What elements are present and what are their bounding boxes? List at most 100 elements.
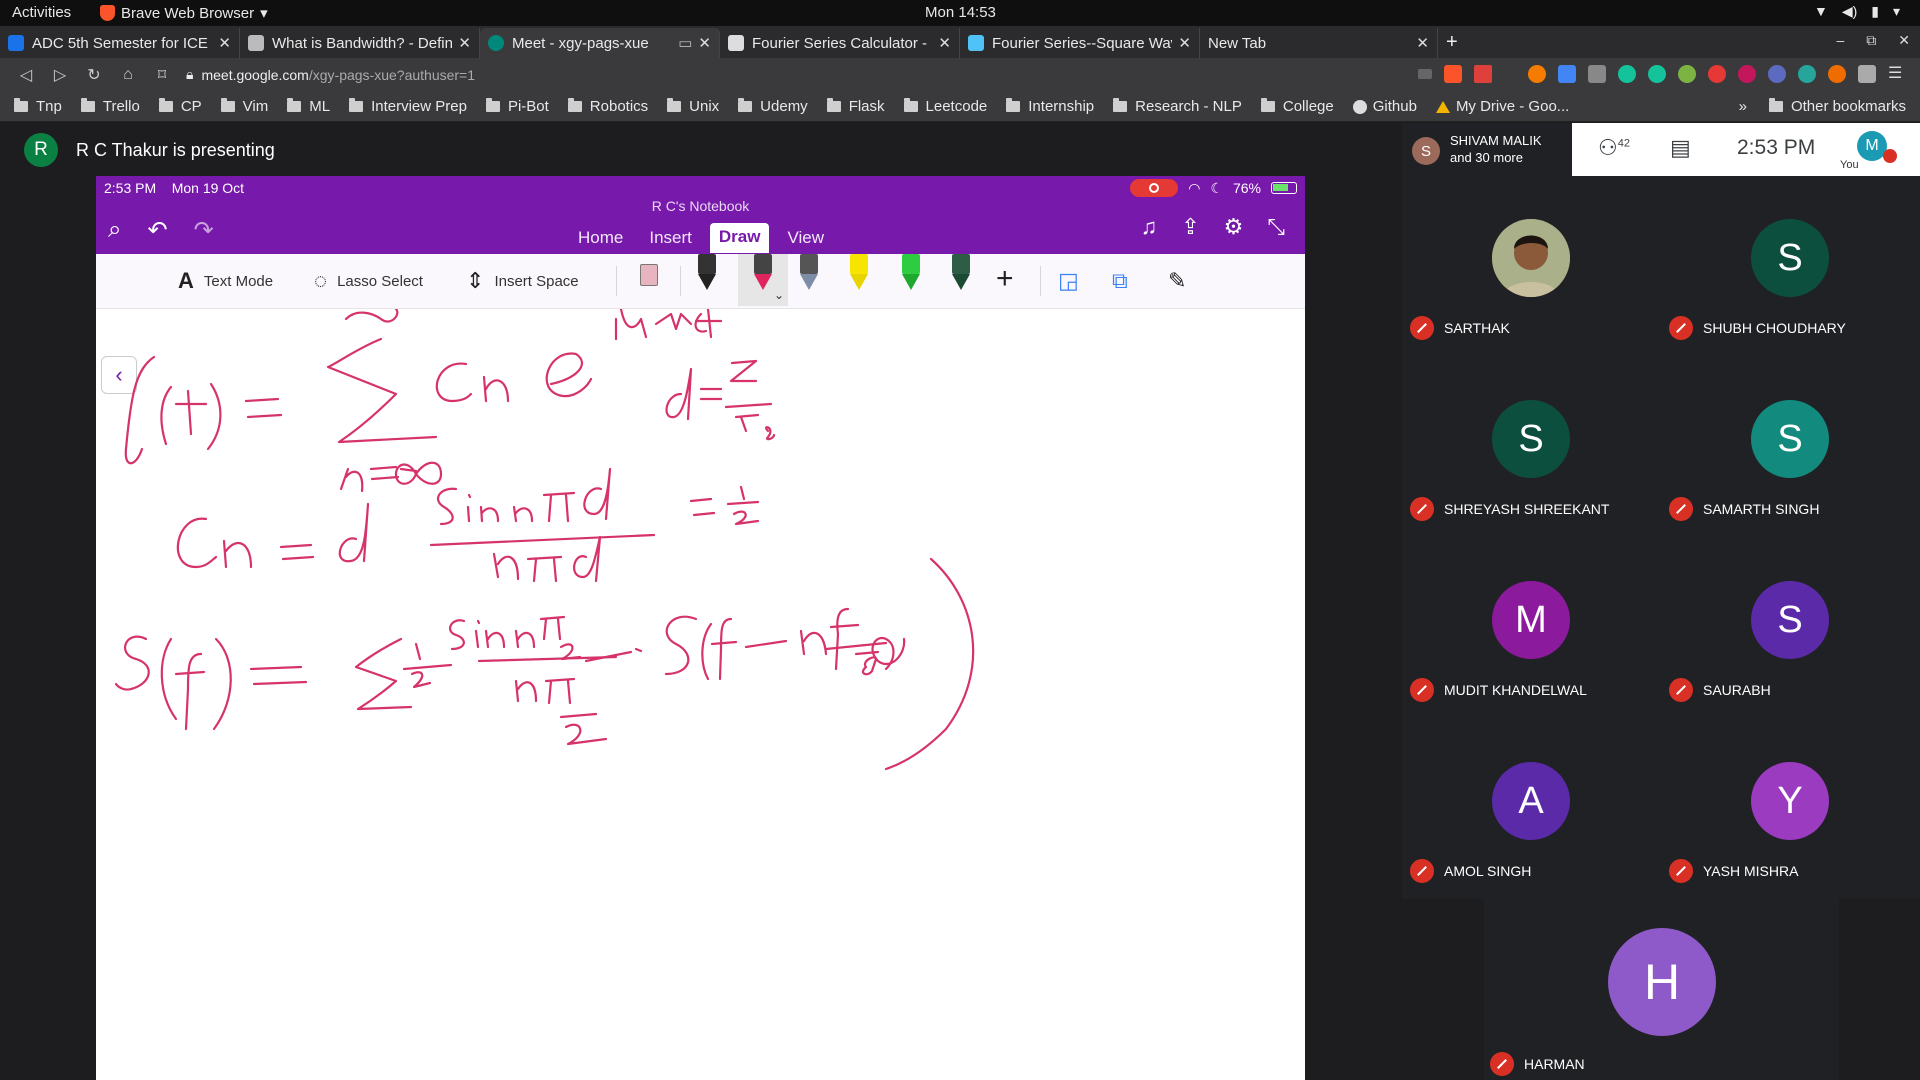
- close-icon[interactable]: ✕: [218, 34, 231, 52]
- participant-tile[interactable]: H HARMAN: [1484, 899, 1839, 1080]
- chat-button[interactable]: ▤: [1670, 135, 1691, 161]
- extension-icon[interactable]: [1528, 65, 1546, 83]
- participant-tile[interactable]: A AMOL SINGH: [1402, 719, 1661, 900]
- app-menu[interactable]: Brave Web Browser ▾: [100, 4, 268, 22]
- window-controls: – ⧉ ✕: [1836, 32, 1910, 49]
- restore-icon[interactable]: ⧉: [1866, 32, 1876, 49]
- bookmark-folder[interactable]: Flask: [826, 98, 885, 115]
- pen-dark-green-icon: [948, 254, 974, 292]
- brave-rewards-icon[interactable]: [1474, 65, 1492, 83]
- tab-meet[interactable]: Meet - xgy-pags-xue ▭ ✕: [480, 28, 720, 58]
- tab-fourier-calc[interactable]: Fourier Series Calculator - F ✕: [720, 28, 960, 58]
- bookmark-folder[interactable]: Tnp: [14, 98, 62, 115]
- ink-stroke: [492, 552, 520, 581]
- camera-icon[interactable]: [1418, 69, 1432, 79]
- shapes-tool: ◲: [1058, 268, 1079, 294]
- tab-title: Fourier Series Calculator - F: [752, 34, 933, 52]
- bookmark-folder[interactable]: Interview Prep: [349, 98, 467, 115]
- extension-icon[interactable]: [1708, 65, 1726, 83]
- close-icon[interactable]: ✕: [698, 34, 711, 52]
- mic-off-icon: [1410, 316, 1434, 340]
- back-icon[interactable]: ◁: [18, 65, 34, 85]
- minimize-icon[interactable]: –: [1836, 32, 1844, 49]
- shield-icon[interactable]: [1738, 65, 1756, 83]
- participant-tile[interactable]: M MUDIT KHANDELWAL: [1402, 538, 1661, 719]
- tab-fourier-square[interactable]: Fourier Series--Square Wav ✕: [960, 28, 1200, 58]
- url-host: meet.google.com: [201, 66, 309, 83]
- system-tray[interactable]: ▼ ◀) ▮ ▾: [1814, 3, 1900, 20]
- ink-stroke: [744, 639, 788, 649]
- extension-icon[interactable]: [1588, 65, 1606, 83]
- participant-tile[interactable]: S SAMARTH SINGH: [1661, 357, 1920, 538]
- translate-icon[interactable]: [1558, 65, 1576, 83]
- tab-adc[interactable]: ADC 5th Semester for ICE y ✕: [0, 28, 240, 58]
- brave-shields-icon[interactable]: [1444, 65, 1462, 83]
- reload-icon[interactable]: ↻: [86, 65, 102, 85]
- participant-tile[interactable]: S SHREYASH SHREEKANT: [1402, 357, 1661, 538]
- grammarly-icon[interactable]: [1648, 65, 1666, 83]
- tab-new[interactable]: New Tab ✕: [1200, 28, 1438, 58]
- participant-avatar: Y: [1751, 762, 1829, 840]
- more-bookmarks-button[interactable]: »: [1739, 98, 1747, 115]
- ink-stroke: [402, 663, 453, 671]
- bookmark-link[interactable]: My Drive - Goo...: [1435, 98, 1569, 115]
- bookmark-folder[interactable]: ML: [287, 98, 330, 115]
- battery-percent: 76%: [1232, 180, 1261, 196]
- ink-stroke: [664, 615, 698, 676]
- participant-tile[interactable]: S SHUBH CHOUDHARY: [1661, 176, 1920, 357]
- close-icon[interactable]: ✕: [458, 34, 471, 52]
- drive-icon: [1435, 100, 1450, 113]
- extension-icon[interactable]: [1768, 65, 1786, 83]
- bookmark-folder[interactable]: Internship: [1006, 98, 1094, 115]
- redo-icon: ↷: [193, 217, 214, 244]
- activities-button[interactable]: Activities: [12, 4, 71, 21]
- ink-stroke: [449, 619, 466, 651]
- people-button[interactable]: ⚇42: [1598, 135, 1630, 161]
- bookmark-folder[interactable]: Pi-Bot: [485, 98, 549, 115]
- participant-tile[interactable]: S SAURABH: [1661, 538, 1920, 719]
- bookmark-folder[interactable]: Robotics: [567, 98, 648, 115]
- close-icon[interactable]: ✕: [1178, 34, 1191, 52]
- bookmark-icon[interactable]: ⌑: [154, 65, 170, 85]
- tab-bandwidth[interactable]: What is Bandwidth? - Defin ✕: [240, 28, 480, 58]
- bookmark-folder[interactable]: Leetcode: [903, 98, 987, 115]
- bookmark-folder[interactable]: Unix: [667, 98, 719, 115]
- bookmark-folder[interactable]: Udemy: [738, 98, 808, 115]
- chat-icon: ▤: [1670, 135, 1691, 160]
- close-icon[interactable]: ✕: [1416, 34, 1429, 52]
- folder-icon: [1260, 98, 1275, 112]
- ink-stroke: [474, 619, 481, 649]
- bookmark-folder[interactable]: Research - NLP: [1113, 98, 1242, 115]
- url-field[interactable]: 🔒︎ meet.google.com/xgy-pags-xue?authuser…: [186, 66, 475, 83]
- participant-avatar: H: [1608, 928, 1716, 1036]
- bookmark-link[interactable]: Github: [1352, 98, 1417, 115]
- extension-icon[interactable]: [1678, 65, 1696, 83]
- bookmark-folder[interactable]: Vim: [220, 98, 268, 115]
- bookmark-folder[interactable]: CP: [158, 98, 202, 115]
- ink-stroke: [244, 397, 280, 403]
- other-bookmarks[interactable]: Other bookmarks: [1768, 98, 1906, 115]
- presenting-info: S SHIVAM MALIK and 30 more: [1402, 123, 1572, 176]
- close-icon[interactable]: ✕: [938, 34, 951, 52]
- bookmark-folder[interactable]: Trello: [80, 98, 140, 115]
- grammarly-icon[interactable]: [1618, 65, 1636, 83]
- chevron-down-icon: ▾: [260, 5, 268, 22]
- extension-icon[interactable]: [1798, 65, 1816, 83]
- forward-icon[interactable]: ▷: [52, 65, 68, 85]
- new-tab-button[interactable]: +: [1446, 31, 1458, 54]
- menu-icon[interactable]: ☰: [1888, 65, 1906, 83]
- extension-icon[interactable]: [1828, 65, 1846, 83]
- bookmark-folder[interactable]: College: [1260, 98, 1334, 115]
- home-icon[interactable]: ⌂: [120, 66, 136, 84]
- close-window-icon[interactable]: ✕: [1898, 32, 1910, 49]
- participant-tile[interactable]: SARTHAK: [1402, 176, 1661, 357]
- puzzle-icon[interactable]: [1858, 65, 1876, 83]
- participant-tile[interactable]: Y YASH MISHRA: [1661, 719, 1920, 900]
- system-clock[interactable]: Mon 14:53: [925, 4, 996, 21]
- address-bar-row: ◁ ▷ ↻ ⌂ ⌑ 🔒︎ meet.google.com/xgy-pags-xu…: [0, 58, 1920, 92]
- participant-avatar: A: [1492, 762, 1570, 840]
- participant-name-row: YASH MISHRA: [1669, 859, 1798, 883]
- onenote-left-icons: ⌕ ↶ ↷: [108, 216, 214, 245]
- page-icon: [248, 35, 264, 51]
- presenting-avatar: S: [1412, 137, 1440, 165]
